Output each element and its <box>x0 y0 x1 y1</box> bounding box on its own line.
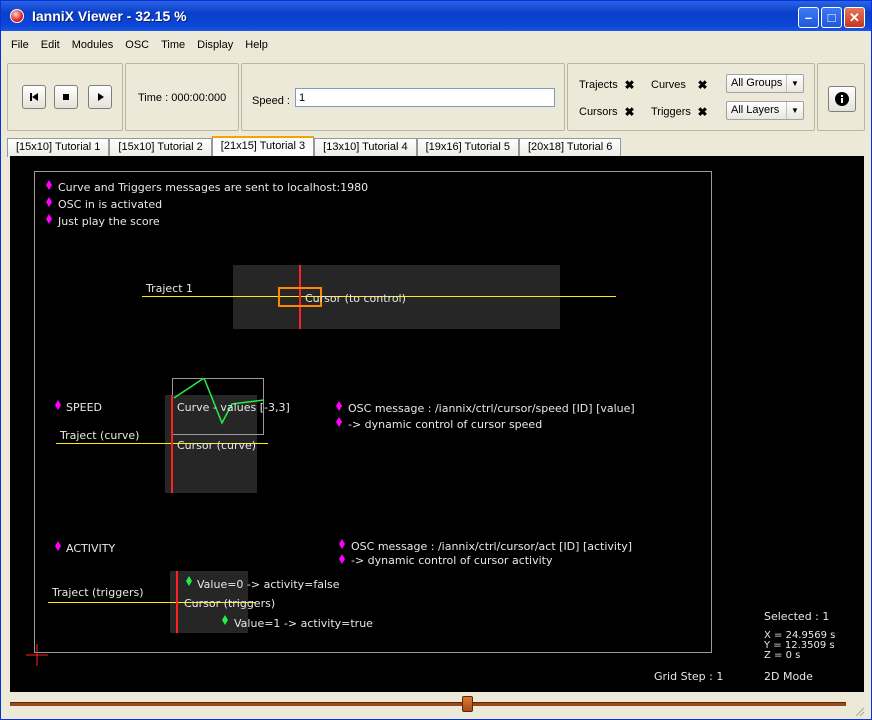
play-icon <box>98 93 104 101</box>
visibility-group: Trajects ✖ Curves ✖ Cursors ✖ Triggers ✖… <box>567 63 815 131</box>
menu-modules[interactable]: Modules <box>66 37 120 57</box>
trajects-label: Trajects <box>579 79 618 91</box>
curves-label: Curves <box>651 79 686 91</box>
menu-edit[interactable]: Edit <box>35 37 66 57</box>
speed-input[interactable] <box>295 88 555 107</box>
trigger-label: Value=1 -> activity=true <box>234 617 373 630</box>
chevron-down-icon: ▼ <box>786 75 803 92</box>
cursor-label: Cursor (curve) <box>177 439 257 452</box>
minimize-button[interactable]: – <box>798 7 819 28</box>
osc-message: OSC message : /iannix/ctrl/cursor/speed … <box>348 402 635 415</box>
stop-button[interactable] <box>54 85 78 109</box>
selected-count: Selected : 1 <box>764 610 830 623</box>
tab-tutorial-5[interactable]: [19x16] Tutorial 5 <box>416 138 519 157</box>
title-bar[interactable]: IanniX Viewer - 32.15 % – □ ✕ <box>1 1 871 31</box>
groups-select[interactable]: All Groups ▼ <box>726 74 804 93</box>
chevron-down-icon: ▼ <box>786 102 803 119</box>
transport-group <box>7 63 123 131</box>
cursor-line[interactable] <box>171 395 173 493</box>
close-button[interactable]: ✕ <box>844 7 865 28</box>
intro-line: Curve and Triggers messages are sent to … <box>58 181 369 194</box>
info-group <box>817 63 865 131</box>
main-window: IanniX Viewer - 32.15 % – □ ✕ File Edit … <box>0 0 872 720</box>
tab-tutorial-4[interactable]: [13x10] Tutorial 4 <box>314 138 417 157</box>
toolbar: Time : 000:00:000 Speed : Trajects ✖ Cur… <box>5 59 867 135</box>
score-tabs: [15x10] Tutorial 1 [15x10] Tutorial 2 [2… <box>7 136 622 157</box>
tab-tutorial-2[interactable]: [15x10] Tutorial 2 <box>109 138 212 157</box>
info-button[interactable] <box>828 86 856 112</box>
osc-message: OSC message : /iannix/ctrl/cursor/act [I… <box>351 540 633 553</box>
cursor-line[interactable] <box>176 571 178 633</box>
osc-description: -> dynamic control of cursor speed <box>348 418 543 431</box>
activity-heading: ACTIVITY <box>66 542 116 555</box>
groups-select-value: All Groups <box>731 77 783 89</box>
menu-display[interactable]: Display <box>191 37 239 57</box>
score-canvas[interactable]: Curve and Triggers messages are sent to … <box>10 156 864 692</box>
time-display: Time : 000:00:000 <box>138 92 227 104</box>
close-icon: ✕ <box>849 9 860 25</box>
osc-description: -> dynamic control of cursor activity <box>351 554 553 567</box>
rewind-button[interactable] <box>22 85 46 109</box>
menu-time[interactable]: Time <box>155 37 191 57</box>
grid-step: Grid Step : 1 <box>654 670 724 683</box>
view-mode: 2D Mode <box>764 670 813 683</box>
tab-tutorial-1[interactable]: [15x10] Tutorial 1 <box>7 138 110 157</box>
cursors-label: Cursors <box>579 106 618 118</box>
traject-label: Traject (triggers) <box>52 586 144 599</box>
intro-line: OSC in is activated <box>58 198 163 211</box>
menu-bar: File Edit Modules OSC Time Display Help <box>5 37 274 57</box>
time-group: Time : 000:00:000 <box>125 63 239 131</box>
menu-osc[interactable]: OSC <box>119 37 155 57</box>
curve-label: Curve - values [-3,3] <box>177 401 290 414</box>
traject-label: Traject 1 <box>146 282 194 295</box>
layers-select[interactable]: All Layers ▼ <box>726 101 804 120</box>
speed-heading: SPEED <box>66 401 102 414</box>
triggers-toggle[interactable]: ✖ <box>696 106 709 119</box>
trigger-label: Value=0 -> activity=false <box>197 578 340 591</box>
cursor-label: Cursor (to control) <box>305 292 406 305</box>
origin-cross-icon <box>26 644 48 666</box>
maximize-icon: □ <box>827 10 836 25</box>
z-coordinate: Z = 0 s <box>764 650 801 661</box>
layers-select-value: All Layers <box>731 104 780 116</box>
timeline-handle[interactable] <box>462 696 473 712</box>
tab-tutorial-6[interactable]: [20x18] Tutorial 6 <box>518 138 622 157</box>
cursors-toggle[interactable]: ✖ <box>623 106 636 119</box>
menu-file[interactable]: File <box>5 37 35 57</box>
curves-toggle[interactable]: ✖ <box>696 79 709 92</box>
intro-line: Just play the score <box>58 215 160 228</box>
trajects-toggle[interactable]: ✖ <box>623 79 636 92</box>
minimize-icon: – <box>804 10 813 25</box>
play-button[interactable] <box>88 85 112 109</box>
timeline-track[interactable] <box>10 702 846 706</box>
info-icon <box>835 92 849 106</box>
cursor-label: Cursor (triggers) <box>184 597 276 610</box>
maximize-button[interactable]: □ <box>821 7 842 28</box>
iannix-app-icon <box>10 9 24 23</box>
timeline-slider[interactable] <box>10 695 864 713</box>
window-title: IanniX Viewer - 32.15 % <box>32 8 187 24</box>
resize-grip-icon[interactable] <box>853 705 865 717</box>
speed-label: Speed : <box>252 95 290 107</box>
menu-help[interactable]: Help <box>239 37 274 57</box>
tab-tutorial-3[interactable]: [21x15] Tutorial 3 <box>211 136 315 157</box>
triggers-label: Triggers <box>651 106 691 118</box>
skip-back-icon <box>30 93 38 101</box>
stop-icon <box>63 94 69 100</box>
traject-label: Traject (curve) <box>60 429 140 442</box>
